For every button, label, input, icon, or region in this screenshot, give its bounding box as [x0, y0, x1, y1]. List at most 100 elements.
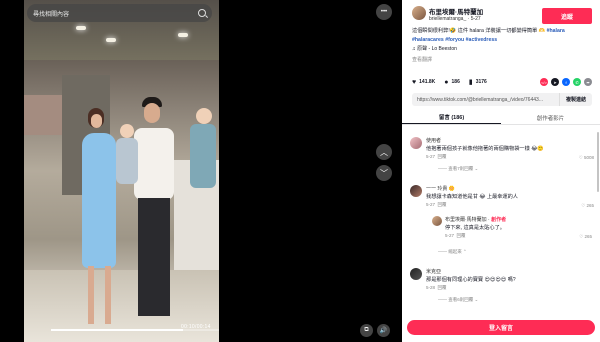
author-avatar[interactable] [412, 6, 426, 20]
view-replies-label: 查看6則回覆 [448, 297, 474, 302]
author-handle-line: briellematranga_ · 5-27 [429, 16, 481, 22]
comment-date: 5-28 [426, 285, 436, 290]
comment-list: 使用者 他抱著兩個孩子就像他拖著的兩個購物袋一樣 😂🙂 5-27 回覆 ♡ 50… [402, 128, 600, 314]
comment-like-button[interactable]: ♡ 5008 [579, 155, 594, 161]
whatsapp-icon[interactable]: ✆ [573, 78, 581, 86]
reply-like-count: 265 [584, 234, 592, 239]
collapse-replies-row: —— 縮起來 ⌃ [410, 249, 594, 261]
embed-icon[interactable]: </> [540, 78, 548, 86]
picture-in-picture-icon[interactable]: ⧉ [360, 324, 373, 337]
comment-count: 186 [451, 79, 460, 85]
comment-avatar[interactable] [410, 185, 422, 197]
creator-reply: 布里埃爾·馬特蘭加 · 創作者 停下來, 這真是太貼心了。 5-27 回覆 ♡ … [432, 216, 592, 248]
reply-user-line: 布里埃爾·馬特蘭加 · 創作者 [445, 217, 507, 223]
video-stage: 尋找相關內容 00:10/00:14 ••• ︿ ﹀ ⧉ 🔊 [0, 0, 402, 342]
translate-link[interactable]: 查看翻譯 [412, 56, 432, 63]
baby-right-body [190, 124, 216, 188]
comment-button[interactable]: ● 186 [444, 79, 460, 86]
view-replies-link[interactable]: —— 查看7則回覆 ⌄ [438, 166, 478, 172]
hashtag-halaracares[interactable]: #halaracares [412, 37, 444, 43]
comment-meta: 5-28 回覆 [426, 285, 447, 291]
view-replies-link[interactable]: —— 查看6則回覆 ⌄ [438, 297, 478, 303]
next-video-button[interactable]: ﹀ [376, 165, 392, 181]
hashtag-activedress[interactable]: #activedress [466, 37, 497, 43]
baby-left-body [116, 138, 138, 184]
comment-item: 米克亞 那是那個有同理心的寶寶 😍😍😍😍 嗎? 5-28 回覆 —— 查看6則回… [410, 268, 594, 308]
reply-user[interactable]: 布里埃爾·馬特蘭加 [445, 217, 487, 223]
description-text: 這個瞬間很利弊!🤣 這件 halara 洋裝讓一切都變得簡單 🫶 [412, 28, 546, 34]
ceiling-lamp [178, 33, 188, 37]
person-man-pants [138, 198, 170, 316]
tab-comments[interactable]: 留言 (186) [402, 111, 501, 124]
video-detail-panel: 布里埃爾·馬特蘭加 briellematranga_ · 5-27 追蹤 這個瞬… [402, 0, 600, 342]
volume-icon[interactable]: 🔊 [377, 324, 390, 337]
comment-scrollbar[interactable] [597, 132, 599, 192]
login-to-comment-button[interactable]: 登入留言 [407, 320, 595, 335]
more-options-button[interactable]: ••• [376, 4, 392, 20]
reply-meta: 5-27 回覆 [445, 233, 466, 239]
related-search-box[interactable]: 尋找相關內容 [27, 4, 212, 22]
comment-date: 5-27 [426, 202, 436, 207]
comment-text: 我想讓卡森知道他是甘 😂 上最幸運的人 [426, 194, 518, 200]
floor [24, 270, 219, 342]
person-woman-face [91, 114, 102, 128]
reply-button[interactable]: 回覆 [457, 233, 466, 238]
search-icon[interactable] [198, 9, 206, 17]
reply-date: 5-27 [445, 233, 455, 238]
reply-button[interactable]: 回覆 [438, 202, 447, 207]
hashtag-foryou[interactable]: #foryou [445, 37, 464, 43]
person-woman-dress [82, 133, 116, 268]
reply-avatar[interactable] [432, 216, 442, 226]
comment-like-button[interactable]: ♡ 265 [581, 203, 594, 209]
like-button[interactable]: ♥ 141.8K [412, 79, 435, 86]
comment-like-count: 5008 [583, 155, 594, 160]
person-woman-leg [105, 266, 111, 324]
related-search-placeholder: 尋找相關內容 [33, 11, 70, 18]
author-handle[interactable]: briellematranga_ [429, 16, 466, 22]
ceiling-lamp [106, 38, 116, 42]
save-button[interactable]: ▮ 3176 [469, 78, 487, 86]
login-to-comment-label: 登入留言 [488, 326, 513, 332]
send-icon[interactable]: ➤ [551, 78, 559, 86]
video-progress-fill [51, 329, 184, 331]
hashtag-halara[interactable]: #halara [547, 28, 565, 34]
facebook-icon[interactable]: f [562, 78, 570, 86]
heart-icon: ♥ [412, 78, 417, 86]
comment-like-count: 265 [586, 203, 594, 208]
tab-creator-videos[interactable]: 創作者影片 [501, 111, 600, 124]
video-link-bar: https://www.tiktok.com/@briellematranga_… [412, 93, 592, 106]
bookmark-icon: ▮ [468, 79, 473, 86]
comment-text: 他抱著兩個孩子就像他拖著的兩個購物袋一樣 😂🙂 [426, 146, 544, 152]
reply-text: 停下來, 這真是太貼心了。 [445, 225, 505, 231]
video-frame[interactable] [24, 0, 219, 342]
comment-avatar[interactable] [410, 137, 422, 149]
comment-user[interactable]: 米克亞 [426, 268, 441, 275]
ceiling-lamp [76, 26, 86, 30]
copy-link-button[interactable]: 複製連結 [558, 93, 592, 106]
comment-user[interactable]: 使用者 [426, 137, 441, 144]
video-link[interactable]: https://www.tiktok.com/@briellematranga_… [412, 97, 559, 103]
comment-date: 5-27 [426, 154, 436, 159]
person-woman-leg [88, 266, 94, 324]
view-replies-label: 查看7則回覆 [448, 166, 474, 171]
baby-right-head [196, 108, 212, 124]
follow-button[interactable]: 追蹤 [542, 8, 592, 24]
previous-video-button[interactable]: ︿ [376, 144, 392, 160]
comment-user[interactable]: 一一 玲貴 🌼 [426, 185, 455, 192]
video-description: 這個瞬間很利弊!🤣 這件 halara 洋裝讓一切都變得簡單 🫶 #halara… [412, 27, 592, 44]
panel-tabs: 留言 (186) 創作者影片 [402, 111, 600, 125]
reply-like-button[interactable]: ♡ 265 [579, 234, 592, 240]
collapse-label: 縮起來 [448, 249, 462, 254]
reply-button[interactable]: 回覆 [438, 154, 447, 159]
author-name[interactable]: 布里埃爾·馬特蘭加 [429, 6, 483, 16]
more-share-icon[interactable]: ➦ [584, 78, 592, 86]
reply-button[interactable]: 回覆 [438, 285, 447, 290]
person-man-shirt [134, 128, 174, 200]
sound-link[interactable]: ♫ 原聲 - Lo Beeston [412, 45, 457, 52]
comment-avatar[interactable] [410, 268, 422, 280]
comment-text: 那是那個有同理心的寶寶 😍😍😍😍 嗎? [426, 277, 516, 283]
action-bar: ♥ 141.8K ● 186 ▮ 3176 </> ➤ f ✆ ➦ [412, 76, 592, 88]
collapse-replies-link[interactable]: —— 縮起來 ⌃ [438, 249, 467, 255]
comment-item: 使用者 他抱著兩個孩子就像他拖著的兩個購物袋一樣 😂🙂 5-27 回覆 ♡ 50… [410, 137, 594, 177]
creator-badge: 創作者 [491, 217, 507, 223]
